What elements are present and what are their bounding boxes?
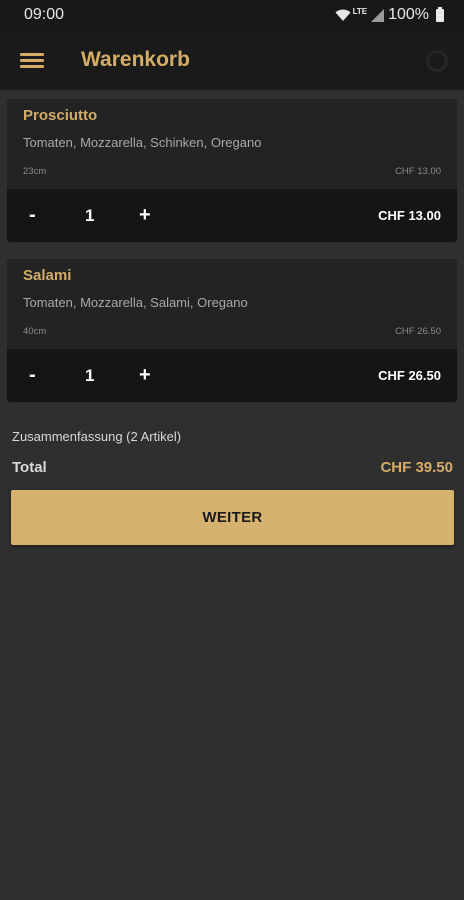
summary-label: Zusammenfassung (2 Artikel) — [12, 429, 182, 444]
battery-icon — [436, 6, 444, 22]
network-type: LTE — [352, 6, 368, 16]
status-icons: LTE 100% — [335, 6, 444, 24]
quantity-controls: - 1 + CHF 13.00 — [7, 189, 457, 242]
item-total-price: CHF 26.50 — [378, 368, 441, 383]
continue-button[interactable]: WEITER — [11, 490, 454, 545]
cart-item-info: Prosciutto Tomaten, Mozzarella, Schinken… — [7, 99, 457, 189]
app-bar: Warenkorb — [0, 30, 464, 90]
item-unit-price: CHF 26.50 — [395, 326, 441, 337]
item-ingredients: Tomaten, Mozzarella, Salami, Oregano — [23, 295, 248, 310]
total-label: Total — [12, 459, 47, 476]
item-name: Prosciutto — [23, 107, 98, 124]
quantity-controls: - 1 + CHF 26.50 — [7, 349, 457, 402]
cart-item-info: Salami Tomaten, Mozzarella, Salami, Oreg… — [7, 259, 457, 349]
cart-item: Prosciutto Tomaten, Mozzarella, Schinken… — [7, 99, 457, 242]
decrease-quantity-button[interactable]: - — [29, 364, 36, 387]
item-size: 40cm — [23, 326, 47, 337]
quantity-value: 1 — [85, 365, 95, 385]
wifi-icon — [335, 9, 351, 21]
signal-icon — [371, 8, 385, 22]
hamburger-menu-icon[interactable] — [20, 50, 46, 70]
status-bar: 09:00 LTE 100% — [0, 0, 464, 30]
item-ingredients: Tomaten, Mozzarella, Schinken, Oregano — [23, 135, 262, 150]
cart-item: Salami Tomaten, Mozzarella, Salami, Oreg… — [7, 259, 457, 402]
decrease-quantity-button[interactable]: - — [29, 204, 36, 227]
status-time: 09:00 — [24, 6, 65, 23]
total-value: CHF 39.50 — [380, 459, 453, 476]
increase-quantity-button[interactable]: + — [139, 204, 151, 227]
increase-quantity-button[interactable]: + — [139, 364, 151, 387]
refresh-icon[interactable] — [426, 50, 448, 72]
quantity-value: 1 — [85, 205, 95, 225]
item-unit-price: CHF 13.00 — [395, 166, 441, 177]
item-name: Salami — [23, 267, 72, 284]
page-title: Warenkorb — [81, 48, 190, 71]
total-row: Total CHF 39.50 — [12, 459, 453, 476]
item-total-price: CHF 13.00 — [378, 208, 441, 223]
battery-percent: 100% — [388, 6, 429, 23]
item-size: 23cm — [23, 166, 47, 177]
